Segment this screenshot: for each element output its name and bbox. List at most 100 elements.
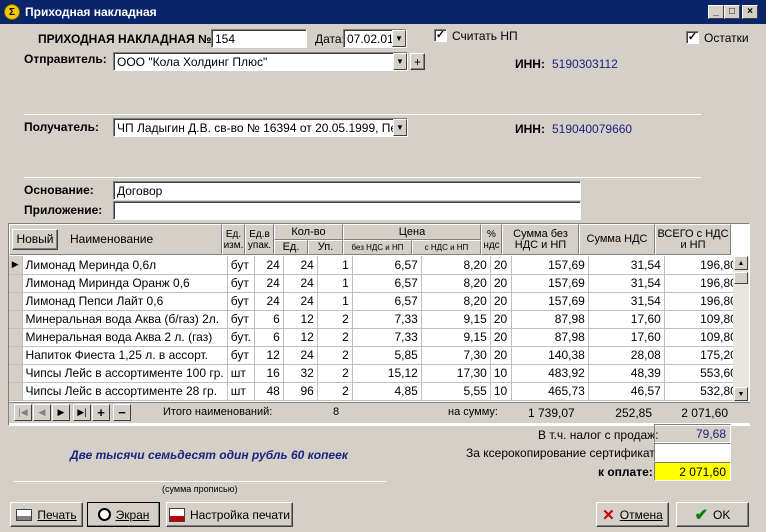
table-row[interactable]: Минеральная вода Аква (б/газ) 2л. бут 6 12 2…: [9, 310, 741, 329]
cell-price_vat[interactable]: 7,30: [421, 346, 491, 365]
cell-total[interactable]: 109,80: [664, 328, 741, 347]
minimize-button[interactable]: _: [708, 5, 724, 19]
cell-vat[interactable]: 31,54: [588, 274, 665, 293]
cell-packs[interactable]: 1: [317, 292, 353, 311]
cell-packs[interactable]: 2: [317, 310, 353, 329]
cell-pct[interactable]: 20: [490, 256, 512, 275]
grid-scrollbar[interactable]: ▲ ▼: [733, 256, 749, 402]
cell-total[interactable]: 196,80: [664, 256, 741, 275]
cell-pct[interactable]: 20: [490, 274, 512, 293]
cell-unit[interactable]: бут.: [227, 328, 255, 347]
ok-button[interactable]: ✔ OK: [676, 502, 749, 527]
receiver-select[interactable]: ЧП Ладыгин Д.В. св-во № 16394 от 20.05.1…: [113, 118, 408, 137]
basis-input[interactable]: Договор: [113, 181, 581, 200]
table-row[interactable]: Чипсы Лейс в ассортименте 28 гр. шт 48 96 2 4…: [9, 382, 741, 401]
date-dropdown-icon[interactable]: ▼: [392, 30, 406, 47]
table-row[interactable]: ▶ Лимонад Меринда 0,6л бут 24 24 1 6,57 8,20 20 1…: [9, 256, 741, 275]
screen-button[interactable]: Экран: [87, 502, 160, 527]
table-row[interactable]: Чипсы Лейс в ассортименте 100 гр. шт 16 32 2…: [9, 364, 741, 383]
copy-input[interactable]: [654, 443, 731, 462]
cell-price_vat[interactable]: 8,20: [421, 292, 491, 311]
cell-sum[interactable]: 157,69: [511, 256, 589, 275]
cell-packs[interactable]: 2: [317, 364, 353, 383]
cell-unit[interactable]: бут: [227, 256, 255, 275]
print-setup-button[interactable]: Настройка печати: [166, 502, 293, 527]
add-row-icon[interactable]: +: [92, 404, 110, 421]
cell-name[interactable]: Лимонад Меринда 0,6л: [22, 256, 228, 275]
cell-pct[interactable]: 20: [490, 310, 512, 329]
cell-qty[interactable]: 24: [283, 256, 318, 275]
cell-qty[interactable]: 24: [283, 274, 318, 293]
cell-pct[interactable]: 10: [490, 364, 512, 383]
cell-name[interactable]: Лимонад Пепси Лайт 0,6: [22, 292, 228, 311]
cell-packs[interactable]: 2: [317, 346, 353, 365]
cell-pack[interactable]: 16: [254, 364, 284, 383]
cell-vat[interactable]: 31,54: [588, 256, 665, 275]
cell-name[interactable]: Лимонад Миринда Оранж 0,6: [22, 274, 228, 293]
cell-pack[interactable]: 6: [254, 328, 284, 347]
cell-pct[interactable]: 20: [490, 328, 512, 347]
cell-pct[interactable]: 10: [490, 382, 512, 401]
cell-price_vat[interactable]: 9,15: [421, 310, 491, 329]
cell-qty[interactable]: 12: [283, 328, 318, 347]
cell-pack[interactable]: 24: [254, 256, 284, 275]
cell-pack[interactable]: 24: [254, 274, 284, 293]
cell-vat[interactable]: 17,60: [588, 328, 665, 347]
print-button[interactable]: Печать: [10, 502, 83, 527]
cell-vat[interactable]: 28,08: [588, 346, 665, 365]
cell-price[interactable]: 4,85: [352, 382, 422, 401]
cell-sum[interactable]: 483,92: [511, 364, 589, 383]
cell-vat[interactable]: 17,60: [588, 310, 665, 329]
cell-name[interactable]: Напиток Фиеста 1,25 л. в ассорт.: [22, 346, 228, 365]
cell-price_vat[interactable]: 9,15: [421, 328, 491, 347]
cell-qty[interactable]: 24: [283, 346, 318, 365]
cell-qty[interactable]: 24: [283, 292, 318, 311]
cell-name[interactable]: Минеральная вода Аква 2 л. (газ): [22, 328, 228, 347]
nav-prev-icon[interactable]: ◀: [33, 404, 51, 421]
cell-price[interactable]: 6,57: [352, 256, 422, 275]
sender-select[interactable]: ООО "Кола Холдинг Плюс": [113, 52, 408, 71]
cell-sum[interactable]: 465,73: [511, 382, 589, 401]
cell-price[interactable]: 6,57: [352, 292, 422, 311]
new-item-button[interactable]: Новый: [12, 229, 58, 250]
cell-price[interactable]: 7,33: [352, 328, 422, 347]
cell-pct[interactable]: 20: [490, 292, 512, 311]
cell-qty[interactable]: 32: [283, 364, 318, 383]
cell-sum[interactable]: 157,69: [511, 292, 589, 311]
cell-pack[interactable]: 48: [254, 382, 284, 401]
cell-price_vat[interactable]: 5,55: [421, 382, 491, 401]
cell-total[interactable]: 196,80: [664, 274, 741, 293]
cell-vat[interactable]: 46,57: [588, 382, 665, 401]
cell-price[interactable]: 15,12: [352, 364, 422, 383]
cell-qty[interactable]: 96: [283, 382, 318, 401]
receiver-dropdown-icon[interactable]: ▼: [393, 119, 407, 136]
cell-sum[interactable]: 157,69: [511, 274, 589, 293]
row-selector[interactable]: [9, 328, 23, 347]
cell-pack[interactable]: 12: [254, 346, 284, 365]
nav-next-icon[interactable]: ▶: [52, 404, 70, 421]
cell-packs[interactable]: 1: [317, 274, 353, 293]
cell-packs[interactable]: 1: [317, 256, 353, 275]
row-indicator-icon[interactable]: ▶: [9, 256, 23, 275]
cell-pct[interactable]: 20: [490, 346, 512, 365]
remains-checkbox[interactable]: ✓: [686, 31, 699, 44]
nav-last-icon[interactable]: ▶|: [73, 404, 91, 421]
delete-row-icon[interactable]: −: [113, 404, 131, 421]
attachment-input[interactable]: [113, 201, 581, 220]
row-selector[interactable]: [9, 364, 23, 383]
nav-first-icon[interactable]: |◀: [14, 404, 32, 421]
table-row[interactable]: Лимонад Миринда Оранж 0,6 бут 24 24 1 6,57 8,2…: [9, 274, 741, 293]
cell-total[interactable]: 175,20: [664, 346, 741, 365]
cell-price_vat[interactable]: 8,20: [421, 274, 491, 293]
cell-unit[interactable]: бут: [227, 346, 255, 365]
maximize-button[interactable]: □: [724, 5, 740, 19]
cell-packs[interactable]: 2: [317, 328, 353, 347]
cell-price_vat[interactable]: 8,20: [421, 256, 491, 275]
cell-packs[interactable]: 2: [317, 382, 353, 401]
cell-unit[interactable]: шт: [227, 364, 255, 383]
cell-qty[interactable]: 12: [283, 310, 318, 329]
scroll-down-icon[interactable]: ▼: [734, 387, 748, 401]
row-selector[interactable]: [9, 346, 23, 365]
count-np-checkbox[interactable]: ✓: [434, 29, 447, 42]
cell-unit[interactable]: бут: [227, 292, 255, 311]
